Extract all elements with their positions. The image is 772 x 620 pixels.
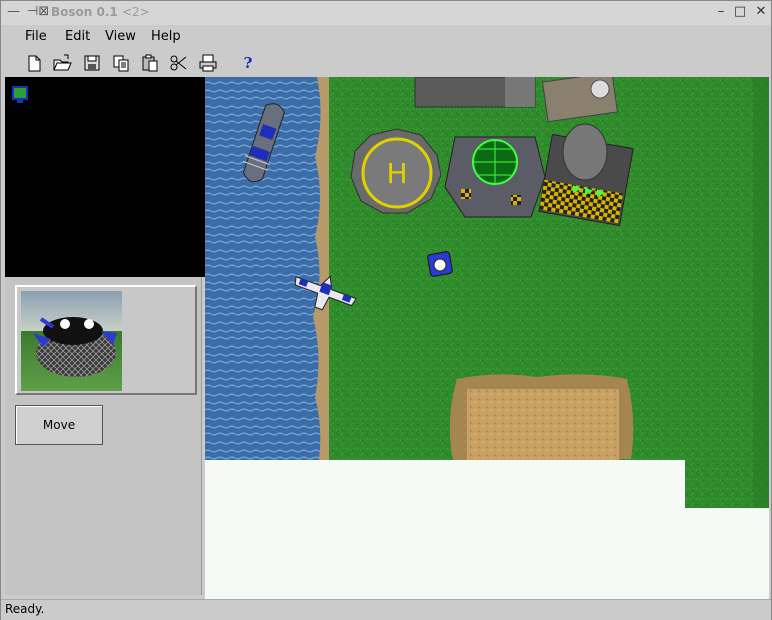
copy-icon[interactable] (110, 52, 132, 74)
close-icon[interactable]: ✕ (753, 4, 769, 20)
paste-icon[interactable] (139, 52, 161, 74)
menu-edit[interactable]: Edit (65, 29, 90, 44)
sand-patch (467, 389, 619, 460)
minimize-icon[interactable]: – (713, 4, 729, 20)
status-bar: Ready. (1, 599, 771, 620)
cut-icon[interactable] (168, 52, 190, 74)
window-menu-icon[interactable]: — (7, 4, 20, 19)
map-edge-rocks (753, 77, 769, 508)
menu-file[interactable]: File (25, 29, 47, 44)
maximize-icon[interactable]: □ (732, 4, 748, 20)
window-title-text: Boson 0.1 (51, 5, 118, 19)
menu-bar: File Edit View Help (1, 26, 771, 47)
new-file-icon[interactable] (23, 52, 45, 74)
application-window: — ⊣⊠ Boson 0.1 <2> – □ ✕ File Edit View … (0, 0, 772, 620)
unit-portrait[interactable] (21, 291, 122, 391)
minimap-unit-marker (12, 86, 28, 100)
minimap-canvas (12, 86, 28, 103)
small-vehicle-unit[interactable] (427, 251, 453, 277)
game-map-view[interactable]: H (205, 77, 769, 599)
move-button[interactable]: Move (15, 405, 103, 445)
minimap-unit-marker-base (17, 99, 23, 103)
save-icon[interactable] (81, 52, 103, 74)
pin-icon[interactable]: ⊣⊠ (27, 4, 49, 19)
open-file-icon[interactable] (51, 52, 73, 74)
minimap[interactable] (5, 77, 205, 277)
unit-portrait-frame (15, 285, 197, 395)
title-bar: — ⊣⊠ Boson 0.1 <2> – □ ✕ (1, 1, 771, 25)
print-icon[interactable] (197, 52, 219, 74)
command-center[interactable] (444, 136, 546, 218)
helipad-h-icon: H (386, 157, 407, 190)
menu-view[interactable]: View (105, 29, 136, 44)
unit-portrait-image (21, 291, 122, 391)
window-title-suffix: <2> (121, 5, 150, 19)
toolbar: ? (1, 50, 771, 76)
window-title: Boson 0.1 <2> (51, 5, 150, 19)
status-text: Ready. (5, 602, 45, 616)
radar-dish-icon (590, 79, 610, 99)
game-map-canvas: H (205, 77, 769, 508)
unit-panel: Move (5, 277, 202, 595)
help-icon[interactable]: ? (241, 54, 255, 72)
menu-help[interactable]: Help (151, 29, 181, 44)
factory-building-tower (505, 77, 535, 107)
